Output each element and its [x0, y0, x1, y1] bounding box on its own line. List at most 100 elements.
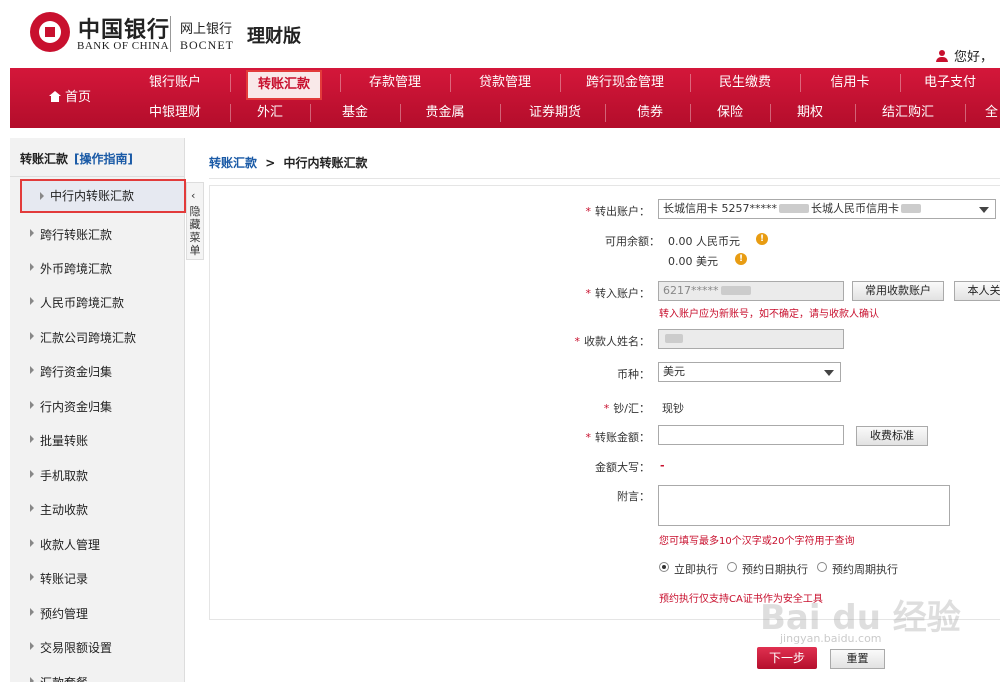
memo-textarea[interactable]	[658, 485, 950, 526]
sidebar-item-fx-crossborder[interactable]: 外币跨境汇款	[28, 260, 178, 277]
own-account-button[interactable]: 本人关	[954, 281, 1000, 301]
home-icon	[48, 91, 61, 102]
nav-bank-account[interactable]: 银行账户	[135, 68, 215, 98]
user-greeting: 您好，	[936, 46, 993, 65]
amount-caps-value: -	[660, 459, 665, 472]
currency-select[interactable]: 美元	[658, 362, 841, 382]
fee-standard-button[interactable]: 收费标准	[856, 426, 928, 446]
common-payee-button[interactable]: 常用收款账户	[852, 281, 944, 301]
nav-transfer[interactable]: 转账汇款	[246, 70, 322, 100]
nav-wealth[interactable]: 中银理财	[135, 98, 215, 128]
nav-separator	[900, 74, 901, 92]
user-icon	[936, 50, 948, 62]
netbank-cn: 网上银行	[180, 22, 233, 37]
memo-label: 附言：	[617, 490, 650, 503]
nav-fund[interactable]: 基金	[320, 98, 390, 128]
header: 中国银行 BANK OF CHINA 网上银行 BOCNET 理财版 您好，	[0, 0, 1000, 68]
sidebar-item-intra-pool[interactable]: 行内资金归集	[28, 398, 178, 415]
sidebar-title: 转账汇款 [操作指南]	[20, 152, 133, 166]
hide-menu-toggle[interactable]: ‹ 隐藏菜单	[186, 182, 204, 260]
hide-menu-label: 隐藏菜单	[189, 205, 201, 257]
memo-hint: 您可填写最多10个汉字或20个字符用于查询	[659, 536, 855, 547]
reset-button[interactable]: 重置	[830, 649, 885, 669]
breadcrumb-divider	[209, 178, 1000, 179]
nav-metal[interactable]: 贵金属	[410, 98, 480, 128]
exec-now-label[interactable]: 立即执行	[674, 561, 718, 577]
sidebar-divider	[10, 176, 185, 177]
netbank-en: BOCNET	[180, 38, 234, 52]
nav-more[interactable]: 全	[985, 98, 1000, 128]
from-account-select[interactable]: 长城信用卡 5257***** 长城人民币信用卡	[658, 199, 996, 219]
sidebar-item-intra-transfer[interactable]: 中行内转账汇款	[20, 179, 186, 213]
nav-utilities[interactable]: 民生缴费	[705, 68, 785, 98]
sidebar-item-active-collect[interactable]: 主动收款	[28, 501, 178, 518]
nav-separator	[340, 74, 341, 92]
chevron-down-icon	[979, 207, 989, 213]
exec-now-radio[interactable]	[659, 562, 669, 572]
sidebar-item-inter-pool[interactable]: 跨行资金归集	[28, 363, 178, 380]
nav-securities[interactable]: 证券期货	[510, 98, 600, 128]
cash-value: 现钞	[662, 402, 684, 415]
nav-insurance[interactable]: 保险	[695, 98, 765, 128]
nav-home[interactable]: 首页	[10, 68, 130, 128]
nav-options[interactable]: 期权	[775, 98, 845, 128]
breadcrumb: 转账汇款 > 中行内转账汇款	[209, 156, 368, 170]
nav-credit-card[interactable]: 信用卡	[810, 68, 890, 98]
chevron-down-icon	[824, 370, 834, 376]
sidebar-item-limit[interactable]: 交易限额设置	[28, 639, 178, 656]
amount-caps-label: 金额大写：	[595, 461, 650, 474]
watermark-url: jingyan.baidu.com	[780, 632, 882, 645]
sidebar-item-mobile-withdraw[interactable]: 手机取款	[28, 467, 178, 484]
sidebar-item-package[interactable]: 汇款套餐	[28, 674, 178, 682]
balance-label: 可用余额：	[605, 235, 660, 248]
info-icon[interactable]: !	[735, 253, 747, 265]
breadcrumb-root[interactable]: 转账汇款	[209, 156, 257, 170]
amount-label: * 转账金额：	[585, 431, 651, 444]
exec-cycle-label[interactable]: 预约周期执行	[832, 561, 898, 577]
sidebar-item-batch[interactable]: 批量转账	[28, 432, 178, 449]
nav-separator	[770, 104, 771, 122]
sidebar-item-payee-mgmt[interactable]: 收款人管理	[28, 536, 178, 553]
to-account-hint: 转入账户应为新账号，如不确定，请与收款人确认	[659, 309, 879, 320]
to-account-input[interactable]: 6217*****	[658, 281, 844, 301]
nav-separator	[500, 104, 501, 122]
edition-title: 理财版	[247, 26, 301, 47]
balance-usd: 0.00 美元	[668, 255, 718, 268]
payee-name-input[interactable]	[658, 329, 844, 349]
nav-separator	[230, 104, 231, 122]
sidebar-item-inter-transfer[interactable]: 跨行转账汇款	[28, 226, 178, 243]
guide-link[interactable]: [操作指南]	[74, 152, 133, 166]
sidebar-item-schedule[interactable]: 预约管理	[28, 605, 178, 622]
nav-e-payment[interactable]: 电子支付	[910, 68, 990, 98]
nav-forex[interactable]: 外汇	[235, 98, 305, 128]
sidebar-item-rmb-crossborder[interactable]: 人民币跨境汇款	[28, 294, 178, 311]
nav-fx-settle[interactable]: 结汇购汇	[865, 98, 951, 128]
nav-separator	[230, 74, 231, 92]
amount-input[interactable]	[658, 425, 844, 445]
info-icon[interactable]: !	[756, 233, 768, 245]
sidebar: 转账汇款 [操作指南] 中行内转账汇款 跨行转账汇款 外币跨境汇款 人民币跨境汇款…	[10, 138, 186, 682]
nav-separator	[965, 104, 966, 122]
logo-divider	[170, 16, 171, 52]
nav-separator	[605, 104, 606, 122]
nav-separator	[560, 74, 561, 92]
to-account-label: * 转入账户：	[585, 287, 651, 300]
exec-cycle-radio[interactable]	[817, 562, 827, 572]
exec-date-radio[interactable]	[727, 562, 737, 572]
breadcrumb-current: 中行内转账汇款	[283, 156, 368, 170]
nav-separator	[400, 104, 401, 122]
nav-separator	[800, 74, 801, 92]
nav-cash-mgmt[interactable]: 跨行现金管理	[575, 68, 675, 98]
nav-deposit[interactable]: 存款管理	[355, 68, 435, 98]
next-button[interactable]: 下一步	[757, 647, 817, 669]
bank-logo-icon	[30, 12, 70, 52]
nav-bond[interactable]: 债券	[615, 98, 685, 128]
nav-loan[interactable]: 贷款管理	[465, 68, 545, 98]
payee-name-label: * 收款人姓名：	[574, 335, 651, 348]
sidebar-item-records[interactable]: 转账记录	[28, 570, 178, 587]
nav-separator	[450, 74, 451, 92]
sidebar-item-remit-company[interactable]: 汇款公司跨境汇款	[28, 329, 178, 346]
nav-separator	[310, 104, 311, 122]
exec-date-label[interactable]: 预约日期执行	[742, 561, 808, 577]
main-nav: 首页 银行账户 转账汇款 存款管理 贷款管理 跨行现金管理 民生缴费 信用卡 电…	[10, 68, 1000, 128]
